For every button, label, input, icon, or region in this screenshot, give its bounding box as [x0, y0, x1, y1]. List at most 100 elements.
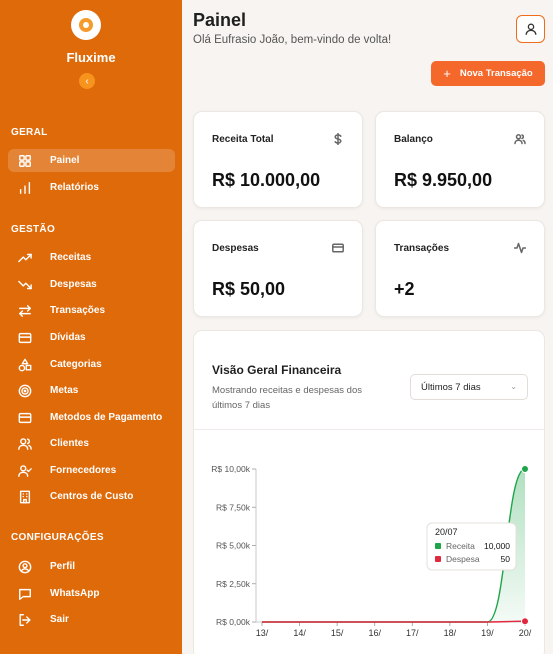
- x-tick-label: 20/: [519, 628, 532, 638]
- card-icon: [17, 410, 33, 426]
- y-tick-label: R$ 7,50k: [216, 502, 251, 512]
- tooltip-series-value: 10,000: [484, 541, 510, 551]
- section-title-geral: GERAL: [11, 127, 48, 138]
- sidebar-item-label: Despesas: [50, 279, 97, 290]
- stat-label: Receita Total: [212, 134, 274, 145]
- section-title-configuracoes: CONFIGURAÇÕES: [11, 532, 104, 543]
- y-tick-label: R$ 5,00k: [216, 541, 251, 551]
- logo-mark-icon: [79, 18, 93, 32]
- sidebar-item-clientes[interactable]: Clientes: [8, 432, 175, 455]
- x-tick-label: 15/: [331, 628, 344, 638]
- building-icon: [17, 489, 33, 505]
- x-tick-label: 17/: [406, 628, 419, 638]
- sidebar-item-label: WhatsApp: [50, 588, 100, 599]
- stat-label: Balanço: [394, 134, 433, 145]
- tooltip-series-name: Despesa: [446, 554, 480, 564]
- page-title: Painel: [193, 10, 247, 30]
- credit-card-icon: [332, 241, 344, 253]
- sidebar-item-label: Receitas: [50, 252, 92, 263]
- logout-icon: [17, 612, 33, 628]
- stat-value: R$ 50,00: [212, 279, 286, 299]
- tooltip-series-value: 50: [501, 554, 511, 564]
- y-tick-label: R$ 2,50k: [216, 579, 251, 589]
- sidebar: Fluxime ‹ GERAL GESTÃO CONFIGURAÇÕES Pai…: [0, 0, 182, 654]
- x-tick-label: 19/: [481, 628, 494, 638]
- stat-label: Transações: [394, 243, 450, 254]
- section-title-gestao: GESTÃO: [11, 224, 56, 235]
- sidebar-item-relatorios[interactable]: Relatórios: [8, 176, 175, 199]
- sidebar-item-label: Metodos de Pagamento: [50, 412, 163, 423]
- sidebar-item-label: Transações: [50, 305, 106, 316]
- series-point-despesa: [521, 617, 529, 626]
- stat-value: R$ 10.000,00: [212, 170, 321, 190]
- plus-icon: +: [443, 66, 451, 81]
- tooltip-swatch: [435, 556, 441, 562]
- sidebar-item-perfil[interactable]: Perfil: [8, 555, 175, 578]
- sidebar-item-despesas[interactable]: Despesas: [8, 273, 175, 296]
- x-tick-label: 13/: [256, 628, 269, 638]
- collapse-sidebar-button[interactable]: ‹: [79, 73, 95, 89]
- new-transaction-button[interactable]: + Nova Transação: [431, 61, 545, 86]
- activity-icon: [513, 241, 527, 254]
- y-tick-label: R$ 10,00k: [211, 464, 250, 474]
- sidebar-item-sair[interactable]: Sair: [8, 608, 175, 631]
- profile-icon: [17, 559, 33, 575]
- x-tick-label: 16/: [368, 628, 381, 638]
- financial-overview-card: Visão Geral Financeira Mostrando receita…: [193, 330, 545, 654]
- dollar-icon: [332, 132, 344, 146]
- financial-chart: R$ 0,00k R$ 2,50k R$ 5,00k R$ 7,50k R$ 10,00…: [211, 464, 532, 638]
- stat-value: R$ 9.950,00: [394, 170, 493, 190]
- sidebar-item-label: Relatórios: [50, 182, 99, 193]
- tooltip-title: 20/07: [435, 527, 458, 537]
- stat-card-balanco: Balanço R$ 9.950,00: [375, 111, 545, 208]
- y-tick-label: R$ 0,00k: [216, 617, 251, 627]
- series-line-despesa: [261, 620, 526, 623]
- page-subtitle: Olá Eufrasio João, bem-vindo de volta!: [193, 34, 392, 46]
- user-check-icon: [17, 463, 33, 479]
- stat-value: +2: [394, 279, 415, 299]
- sidebar-item-transacoes[interactable]: Transações: [8, 299, 175, 322]
- tooltip-swatch: [435, 543, 441, 549]
- brand-name: Fluxime: [66, 50, 116, 65]
- sidebar-item-receitas[interactable]: Receitas: [8, 246, 175, 269]
- arrows-icon: [17, 303, 33, 319]
- tooltip-series-name: Receita: [446, 541, 475, 551]
- bar-chart-icon: [17, 180, 33, 196]
- sidebar-item-label: Painel: [50, 155, 80, 166]
- sidebar-item-label: Clientes: [50, 438, 89, 449]
- sidebar-item-categorias[interactable]: Categorias: [8, 353, 175, 376]
- logo: [71, 10, 101, 40]
- sidebar-item-label: Sair: [50, 614, 69, 625]
- user-icon: [525, 23, 536, 35]
- stat-card-receita-total: Receita Total R$ 10.000,00: [193, 111, 363, 208]
- sidebar-item-label: Perfil: [50, 561, 76, 572]
- users-icon: [17, 436, 33, 452]
- shapes-icon: [17, 357, 33, 373]
- users-icon: [514, 132, 526, 145]
- sidebar-item-metodos-pagamento[interactable]: Metodos de Pagamento: [8, 406, 175, 429]
- sidebar-item-label: Fornecedores: [50, 465, 117, 476]
- sidebar-item-label: Dívidas: [50, 332, 86, 343]
- x-tick-label: 14/: [293, 628, 306, 638]
- stat-card-despesas: Despesas R$ 50,00: [193, 220, 363, 317]
- sidebar-item-centros-custo[interactable]: Centros de Custo: [8, 485, 175, 508]
- user-menu-button[interactable]: [516, 15, 545, 43]
- x-tick-label: 18/: [444, 628, 457, 638]
- credit-card-icon: [17, 330, 33, 346]
- grid-icon: [17, 153, 33, 169]
- sidebar-item-metas[interactable]: Metas: [8, 379, 175, 402]
- sidebar-item-label: Centros de Custo: [50, 491, 134, 502]
- sidebar-item-label: Metas: [50, 385, 79, 396]
- sidebar-item-dividas[interactable]: Dívidas: [8, 326, 175, 349]
- series-point-receita: [521, 465, 529, 473]
- sidebar-item-fornecedores[interactable]: Fornecedores: [8, 459, 175, 482]
- target-icon: [17, 383, 33, 399]
- trend-down-icon: [17, 277, 33, 293]
- stat-card-transacoes: Transações +2: [375, 220, 545, 317]
- sidebar-item-whatsapp[interactable]: WhatsApp: [8, 582, 175, 605]
- sidebar-item-painel[interactable]: Painel: [8, 149, 175, 172]
- trend-up-icon: [17, 250, 33, 266]
- stat-label: Despesas: [212, 243, 259, 254]
- new-transaction-label: Nova Transação: [459, 68, 533, 79]
- message-icon: [17, 586, 33, 602]
